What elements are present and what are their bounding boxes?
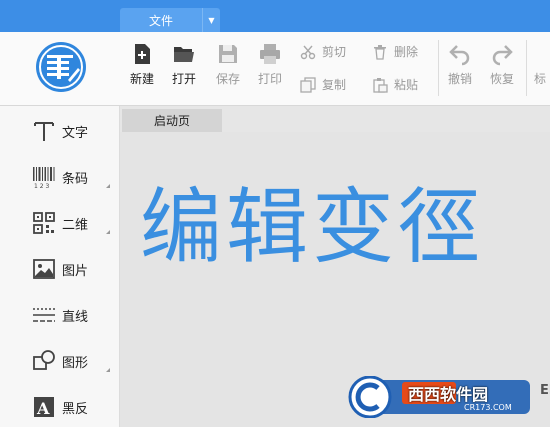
sidebar: 文字 1 2 3 条码 二维 图片 直线 图形 A 黑反 bbox=[0, 106, 120, 427]
line-icon bbox=[33, 308, 55, 322]
cut-button[interactable]: 剪切 bbox=[300, 43, 346, 60]
printer-icon bbox=[260, 44, 280, 64]
tab-start-page-label: 启动页 bbox=[153, 114, 190, 128]
tab-start-page[interactable]: 启动页 bbox=[122, 109, 222, 132]
floppy-disk-icon bbox=[219, 45, 237, 63]
sidebar-item-image[interactable]: 图片 bbox=[0, 246, 120, 292]
more-label: 标 bbox=[534, 72, 547, 86]
expand-corner-icon bbox=[106, 184, 110, 188]
save-button[interactable]: 保存 bbox=[214, 42, 242, 87]
delete-label: 删除 bbox=[394, 45, 419, 59]
file-menu-label: 文件 bbox=[148, 13, 173, 28]
qrcode-icon bbox=[33, 212, 55, 234]
svg-text:A: A bbox=[36, 399, 50, 418]
redo-icon bbox=[492, 45, 513, 66]
image-icon bbox=[33, 259, 55, 279]
sidebar-item-invert[interactable]: A 黑反 bbox=[0, 384, 120, 427]
new-file-icon bbox=[135, 44, 150, 64]
copy-button[interactable]: 复制 bbox=[300, 76, 346, 93]
folder-icon bbox=[174, 47, 194, 62]
file-menu-tab[interactable]: 文件 ▼ bbox=[120, 8, 220, 32]
sidebar-item-shape[interactable]: 图形 bbox=[0, 338, 120, 384]
watermark-text: 西西软件园 bbox=[408, 385, 489, 404]
shape-icon bbox=[33, 350, 55, 370]
paste-button[interactable]: 粘贴 bbox=[372, 76, 418, 93]
ribbon-toolbar: 新建 打开 保存 打印 剪切 复制 删除 粘贴 撤销 恢复 标 bbox=[0, 32, 550, 106]
new-label: 新建 bbox=[129, 72, 154, 86]
sidebar-item-label: 图片 bbox=[62, 263, 89, 279]
expand-corner-icon bbox=[106, 368, 110, 372]
trash-icon bbox=[374, 44, 386, 60]
sidebar-item-label: 黑反 bbox=[62, 401, 89, 417]
redo-button[interactable]: 恢复 bbox=[488, 42, 516, 87]
start-page-headline: 编辑变徑 bbox=[140, 180, 485, 275]
start-page-subtext: El bbox=[540, 383, 550, 398]
open-button[interactable]: 打开 bbox=[170, 42, 198, 87]
invert-icon: A bbox=[34, 397, 54, 418]
undo-icon bbox=[449, 45, 470, 66]
sidebar-item-label: 二维 bbox=[62, 217, 89, 233]
more-button[interactable]: 标 bbox=[534, 70, 550, 87]
scissors-icon bbox=[300, 45, 316, 59]
title-bar: 文件 ▼ bbox=[0, 0, 550, 32]
copy-label: 复制 bbox=[322, 78, 347, 92]
cut-label: 剪切 bbox=[322, 45, 347, 59]
sidebar-item-text[interactable]: 文字 bbox=[0, 108, 120, 154]
sidebar-item-label: 直线 bbox=[62, 309, 89, 325]
expand-corner-icon bbox=[106, 230, 110, 234]
open-label: 打开 bbox=[171, 72, 196, 86]
sidebar-item-label: 条码 bbox=[62, 171, 89, 187]
clipboard-icon bbox=[373, 77, 388, 93]
sidebar-item-qrcode[interactable]: 二维 bbox=[0, 200, 120, 246]
print-button[interactable]: 打印 bbox=[256, 42, 284, 87]
copy-icon bbox=[300, 76, 316, 93]
svg-text:1 2 3: 1 2 3 bbox=[34, 183, 49, 189]
text-icon bbox=[34, 122, 54, 141]
toolbar-separator bbox=[526, 40, 527, 96]
undo-button[interactable]: 撤销 bbox=[446, 42, 474, 87]
sidebar-item-barcode[interactable]: 1 2 3 条码 bbox=[0, 154, 120, 200]
toolbar-separator bbox=[438, 40, 439, 96]
sidebar-item-label: 文字 bbox=[62, 125, 89, 141]
new-button[interactable]: 新建 bbox=[128, 42, 156, 87]
paste-label: 粘贴 bbox=[394, 78, 419, 92]
watermark-subtext: CR173.COM bbox=[464, 403, 512, 412]
sidebar-item-line[interactable]: 直线 bbox=[0, 292, 120, 338]
delete-button[interactable]: 删除 bbox=[372, 43, 418, 60]
sidebar-item-label: 图形 bbox=[62, 355, 89, 371]
save-label: 保存 bbox=[215, 72, 240, 86]
barcode-icon: 1 2 3 bbox=[33, 167, 55, 189]
triangle-down-icon[interactable]: ▼ bbox=[202, 8, 220, 32]
print-label: 打印 bbox=[257, 72, 282, 86]
redo-label: 恢复 bbox=[489, 72, 514, 86]
app-logo-icon bbox=[36, 42, 86, 92]
undo-label: 撤销 bbox=[447, 72, 472, 86]
document-tab-bar: 启动页 bbox=[120, 106, 550, 132]
